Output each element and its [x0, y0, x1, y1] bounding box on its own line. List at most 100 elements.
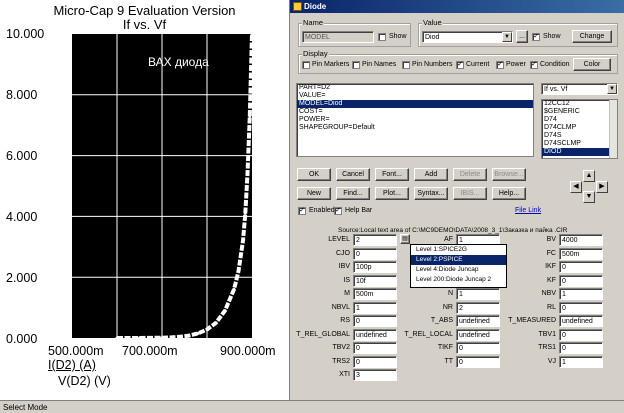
param-value-field[interactable]: 0	[559, 328, 603, 341]
param-value-field[interactable]: undefined	[559, 315, 603, 327]
data-point	[250, 32, 254, 36]
value-more-button[interactable]: ...	[516, 30, 528, 43]
status-bar: Select Mode	[0, 400, 624, 413]
param-value-field[interactable]: 1	[456, 288, 500, 300]
data-point	[223, 309, 227, 313]
chevron-down-icon[interactable]: ▼	[502, 32, 512, 42]
enabled-checkbox[interactable]: ✓	[298, 207, 306, 215]
attribute-row[interactable]: SHAPEGROUP=Default	[297, 124, 533, 132]
dialog-title-bar[interactable]: Diode	[290, 0, 624, 13]
param-value-field[interactable]: 3	[353, 369, 397, 381]
button-syntax[interactable]: Syntax...	[414, 187, 448, 200]
value-field[interactable]: Diod ▼	[422, 31, 513, 43]
model-row[interactable]: D74	[542, 116, 609, 124]
x-tick-label: 700.000m	[122, 344, 178, 358]
param-label: TBV2	[332, 344, 350, 351]
y-tick-label: 6.000	[6, 149, 38, 163]
name-show-checkbox[interactable]	[378, 33, 386, 41]
param-value-field[interactable]: 0	[559, 342, 603, 354]
param-value-field[interactable]: 0	[353, 247, 397, 260]
param-value-field[interactable]: undefined	[456, 315, 500, 327]
button-font[interactable]: Font...	[375, 168, 409, 181]
button-new[interactable]: New	[297, 187, 331, 200]
attribute-row[interactable]: PART=D2	[297, 84, 533, 92]
param-value-field[interactable]: 500m	[559, 247, 603, 260]
level-option[interactable]: Level 1:SPICE2G	[411, 245, 506, 255]
param-label: TRS1	[538, 344, 556, 351]
param-value-field[interactable]: 0	[456, 342, 500, 354]
chevron-down-icon[interactable]: ▼	[607, 84, 617, 94]
model-row[interactable]: DIOD	[542, 148, 609, 156]
display-checkbox[interactable]: ✓	[496, 61, 504, 69]
param-value-field[interactable]: 1	[559, 288, 603, 300]
file-link[interactable]: File Link	[515, 207, 541, 214]
attributes-list[interactable]: PART=D2 VALUE= MODEL=Diod COST= POWER= SHAPEG…	[296, 83, 534, 157]
model-row[interactable]: D74S	[542, 132, 609, 140]
attribute-row[interactable]: COST=	[297, 108, 533, 116]
attribute-row[interactable]: POWER=	[297, 116, 533, 124]
plot-annotation: ВАХ диода	[148, 55, 209, 69]
display-checkbox[interactable]: ✓	[530, 61, 538, 69]
data-point	[214, 321, 218, 325]
param-value-field[interactable]: 0	[353, 315, 397, 327]
param-value-field[interactable]: 2	[456, 301, 500, 314]
param-value-field[interactable]: undefined	[353, 328, 397, 341]
display-checkbox[interactable]	[302, 61, 310, 69]
param-value-field[interactable]: undefined	[456, 328, 500, 341]
attribute-row[interactable]: VALUE=	[297, 92, 533, 100]
display-checkbox[interactable]	[352, 61, 360, 69]
param-label: T_ABS	[430, 317, 453, 324]
color-button[interactable]: Color	[573, 58, 611, 71]
display-checkbox-label: Power	[506, 61, 526, 68]
arrow-down-icon[interactable]: ▼	[583, 191, 595, 203]
button-ok[interactable]: OK	[297, 168, 331, 181]
level-popup[interactable]: Level 1:SPICE2G Level 2:PSPICE Level 4:Dio…	[410, 244, 507, 288]
display-checkbox[interactable]	[402, 61, 410, 69]
model-row[interactable]: D74SCLMP	[542, 140, 609, 148]
display-checkbox-label: Pin Markers	[312, 61, 350, 68]
param-value-field[interactable]: 10f	[353, 274, 397, 287]
button-plot[interactable]: Plot...	[375, 187, 409, 200]
param-value-field[interactable]: 1	[353, 301, 397, 314]
attribute-row[interactable]: MODEL=Diod	[297, 100, 533, 108]
models-scrollbar[interactable]	[609, 100, 617, 158]
display-checkbox[interactable]: ✓	[456, 61, 464, 69]
param-value-field[interactable]: 0	[559, 301, 603, 314]
button-find[interactable]: Find...	[336, 187, 370, 200]
param-value-field[interactable]: 4000	[559, 234, 603, 246]
param-value-field[interactable]: 0	[353, 342, 397, 354]
arrow-up-icon[interactable]: ▲	[583, 170, 595, 182]
data-point	[187, 334, 191, 338]
param-value-field[interactable]: 0	[353, 355, 397, 368]
arrow-right-icon[interactable]: ▶	[596, 181, 608, 193]
value-show-checkbox[interactable]: ✓	[532, 33, 540, 41]
model-row[interactable]: 12CC12	[542, 100, 609, 108]
button-help[interactable]: Help...	[492, 187, 526, 200]
param-value-field[interactable]: 1	[559, 355, 603, 368]
plot-select[interactable]: If vs. Vf ▼	[541, 83, 618, 95]
param-value-field[interactable]: 0	[559, 261, 603, 273]
source-text: Source:Local text area of C:\MC9DEMO\DAT…	[338, 227, 568, 234]
model-row[interactable]: D74CLMP	[542, 124, 609, 132]
param-label: CJO	[336, 249, 350, 257]
data-point	[138, 336, 141, 340]
button-add[interactable]: Add	[414, 168, 448, 181]
models-list[interactable]: 12CC12 $GENERIC D74 D74CLMP D74S D74SCLMP DIOD	[541, 99, 618, 159]
param-value-field[interactable]: 500m	[353, 288, 397, 300]
helpbar-checkbox[interactable]: ✓	[334, 207, 342, 215]
param-value-field[interactable]: 100p	[353, 261, 397, 273]
model-row[interactable]: $GENERIC	[542, 108, 609, 116]
name-field[interactable]: MODEL	[302, 31, 374, 43]
change-button[interactable]: Change	[572, 30, 612, 43]
level-option[interactable]: Level 4:Diode Juncap	[411, 265, 506, 275]
data-point	[196, 331, 200, 335]
level-option[interactable]: Level 2:PSPICE	[411, 255, 506, 265]
param-value-field[interactable]: 2	[353, 234, 397, 246]
param-label: TRS2	[332, 357, 350, 365]
param-value-field[interactable]: 0	[559, 274, 603, 287]
data-point	[169, 335, 173, 339]
param-value-field[interactable]: 0	[456, 355, 500, 368]
level-option[interactable]: Level 200:Diode Juncap 2	[411, 275, 506, 285]
arrow-left-icon[interactable]: ◀	[570, 181, 582, 193]
button-cancel[interactable]: Cancel	[336, 168, 370, 181]
